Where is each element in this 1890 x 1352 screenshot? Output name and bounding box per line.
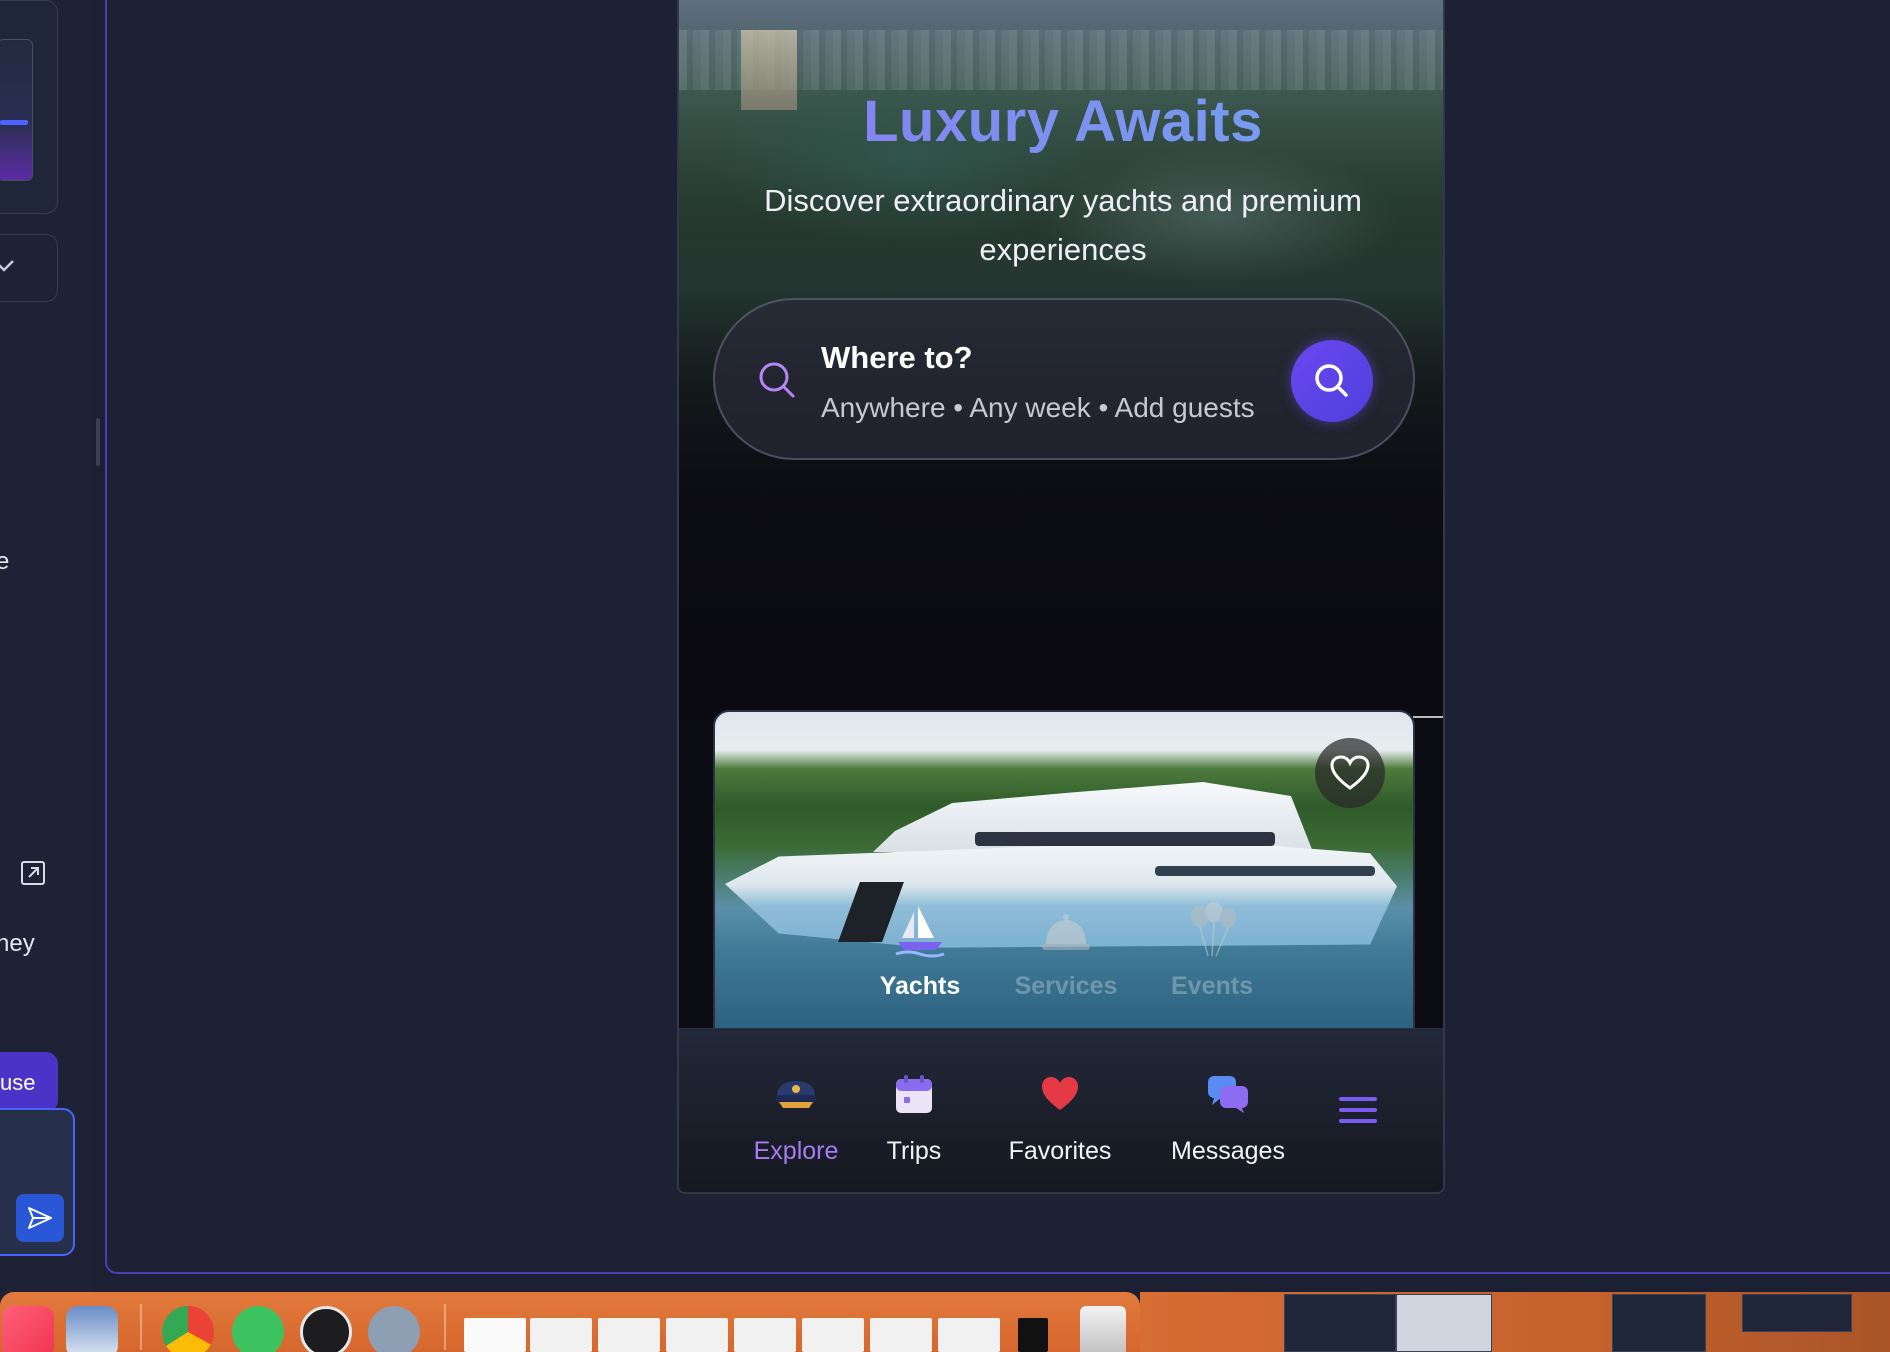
heart-icon (1330, 755, 1370, 790)
tab-events-label: Events (1171, 972, 1253, 1000)
cloud-upload-app-icon[interactable] (232, 1306, 284, 1352)
chrome-app-icon[interactable] (162, 1306, 214, 1352)
tab-yachts-label: Yachts (879, 972, 961, 1000)
hero-subtitle: Discover extraordinary yachts and premiu… (764, 183, 1362, 267)
window-thumbnail[interactable] (1742, 1294, 1852, 1332)
dock-document[interactable] (598, 1318, 660, 1352)
expand-icon[interactable] (20, 860, 46, 886)
nav-trips-label: Trips (886, 1137, 942, 1165)
nav-explore[interactable]: Explore (741, 1069, 851, 1166)
nav-explore-label: Explore (753, 1137, 839, 1165)
preview-app-icon[interactable] (66, 1306, 118, 1352)
nav-favorites-label: Favorites (1008, 1137, 1112, 1165)
search-bar[interactable]: Where to? Anywhere • Any week • Add gues… (713, 298, 1415, 460)
dropdown-toggle[interactable] (0, 234, 58, 302)
dock-document[interactable] (870, 1318, 932, 1352)
mobile-preview: Luxury Awaits Discover extraordinary yac… (677, 0, 1445, 1194)
sidebar-text-fragment: e (0, 548, 10, 575)
sailboat-icon (895, 906, 945, 958)
dock-document[interactable] (464, 1318, 526, 1352)
use-button[interactable]: use (0, 1052, 58, 1112)
dock-document[interactable] (734, 1318, 796, 1352)
panel-resize-handle[interactable] (96, 418, 100, 466)
dock-document[interactable] (666, 1318, 728, 1352)
menu-icon[interactable] (1339, 1095, 1377, 1125)
dock-document[interactable] (802, 1318, 864, 1352)
message-composer[interactable] (0, 1108, 75, 1256)
tab-yachts[interactable]: Yachts (845, 896, 995, 1001)
dock-document[interactable] (1018, 1318, 1048, 1352)
nav-favorites[interactable]: Favorites (995, 1069, 1125, 1166)
service-bell-icon (1042, 914, 1090, 950)
trash-icon[interactable] (1080, 1306, 1126, 1352)
tab-events[interactable]: Events (1137, 896, 1287, 1001)
nav-trips[interactable]: Trips (869, 1069, 959, 1166)
quicktime-app-icon[interactable] (368, 1306, 420, 1352)
captain-hat-icon (776, 1081, 816, 1108)
calendar-icon (896, 1075, 932, 1113)
search-icon (759, 362, 795, 398)
nav-messages[interactable]: Messages (1153, 1069, 1303, 1166)
balloons-icon (1191, 902, 1236, 957)
search-title: Where to? (821, 340, 973, 375)
chevron-down-icon (0, 260, 14, 272)
window-thumbnail[interactable] (1396, 1294, 1492, 1352)
window-thumbnail[interactable] (1612, 1294, 1706, 1352)
preview-thumbnail (0, 39, 33, 181)
left-sidebar: e hey use (0, 0, 94, 1352)
sidebar-text-fragment-2: hey (0, 930, 35, 957)
tab-services[interactable]: Services (991, 896, 1141, 1001)
heart-icon (1042, 1077, 1078, 1110)
music-app-icon[interactable] (2, 1306, 54, 1352)
bottom-navigation: Explore Trips Favorites Messages (679, 1028, 1443, 1192)
dock-document[interactable] (938, 1318, 1000, 1352)
preview-thumbnail-card[interactable] (0, 0, 58, 214)
search-button[interactable] (1291, 340, 1373, 422)
listing-card[interactable]: Yachts Services Events (713, 710, 1415, 1030)
send-button[interactable] (16, 1194, 64, 1242)
dock-document[interactable] (530, 1318, 592, 1352)
chat-bubbles-icon (1208, 1076, 1248, 1113)
search-icon (1315, 364, 1348, 397)
hero-title: Luxury Awaits (679, 88, 1443, 155)
nav-messages-label: Messages (1171, 1137, 1285, 1165)
favorite-button[interactable] (1315, 738, 1385, 808)
category-tabs: Yachts Services Events (715, 896, 1413, 1028)
tab-services-label: Services (1014, 972, 1118, 1000)
instruments-app-icon[interactable] (300, 1306, 352, 1352)
window-thumbnail[interactable] (1284, 1294, 1396, 1352)
send-icon (28, 1207, 52, 1229)
search-meta: Anywhere • Any week • Add guests (821, 392, 1255, 423)
